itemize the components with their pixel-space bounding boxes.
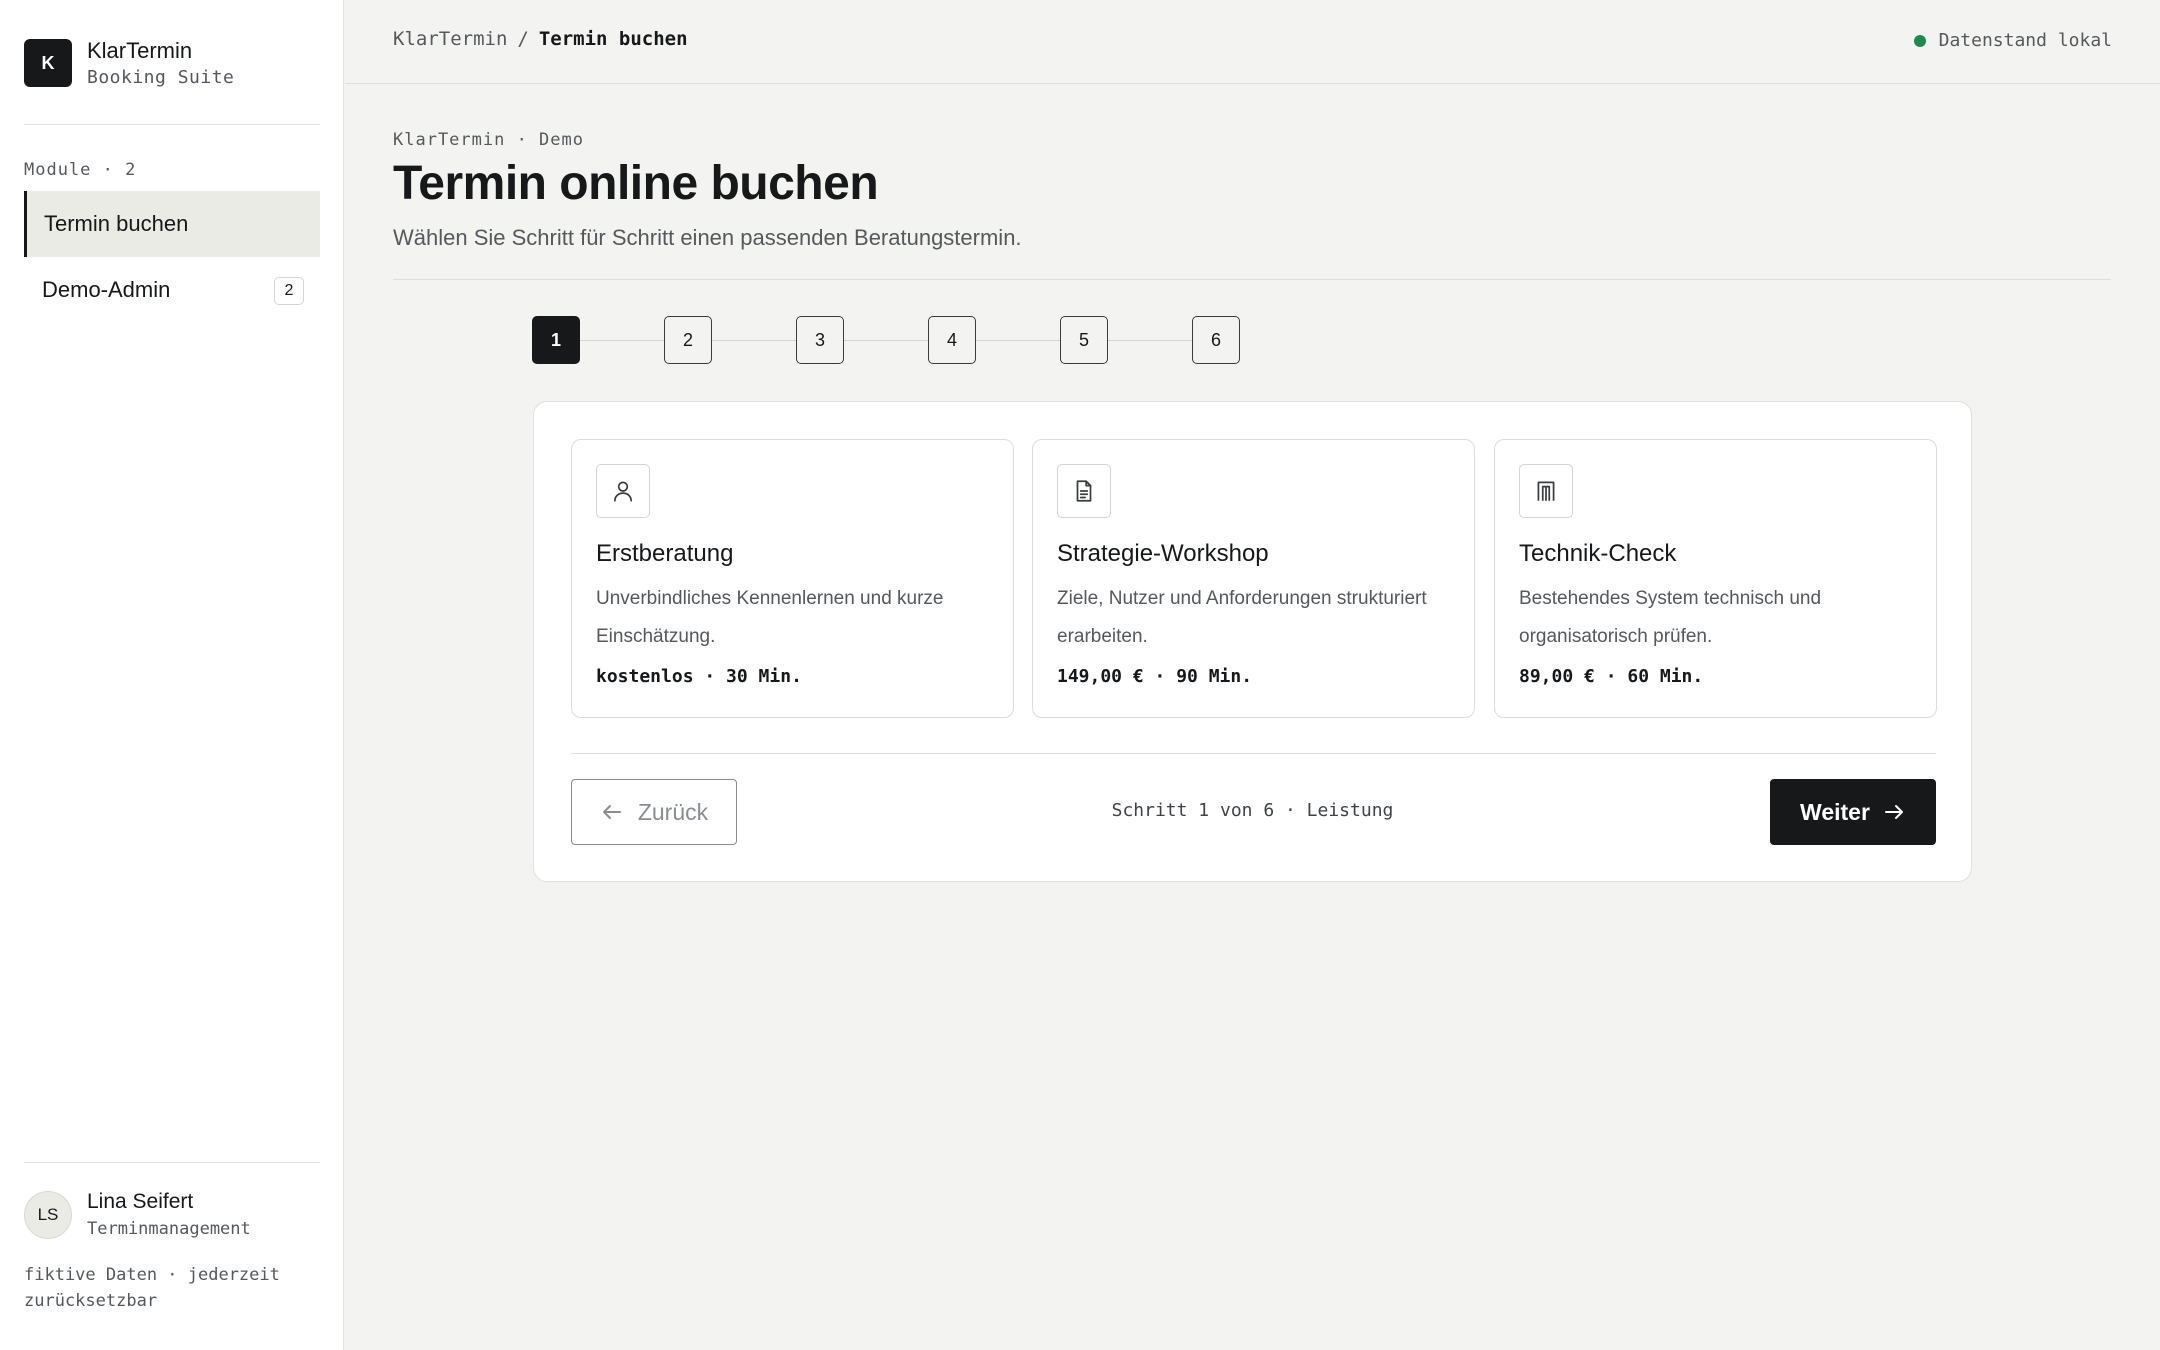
stepper-line	[556, 340, 1216, 341]
breadcrumb-current: Termin buchen	[538, 28, 688, 50]
next-button-label: Weiter	[1800, 798, 1870, 825]
service-description: Bestehendes System technisch und organis…	[1519, 588, 1822, 647]
booking-card: Erstberatung Unverbindliches Kennenlerne…	[533, 401, 1972, 882]
page-eyebrow: KlarTermin · Demo	[393, 130, 584, 150]
step-1[interactable]: 1	[532, 316, 580, 364]
user-profile[interactable]: LS Lina Seifert Terminmanagement	[24, 1190, 251, 1239]
service-card-erstberatung[interactable]: Erstberatung Unverbindliches Kennenlerne…	[571, 439, 1014, 718]
header-divider	[393, 279, 2111, 280]
next-button[interactable]: Weiter	[1770, 779, 1936, 845]
service-description: Unverbindliches Kennenlernen und kurze E…	[596, 588, 944, 647]
service-meta: 89,00 € · 60 Min.	[1519, 666, 1704, 687]
arrow-right-icon	[1884, 805, 1903, 819]
page-subtitle: Wählen Sie Schritt für Schritt einen pas…	[393, 225, 1022, 250]
card-divider	[571, 753, 1936, 754]
brand-name: KlarTermin	[87, 38, 193, 63]
status-dot-icon	[1913, 34, 1926, 47]
step-3[interactable]: 3	[796, 316, 844, 364]
service-meta: kostenlos · 30 Min.	[596, 666, 802, 687]
user-name: Lina Seifert	[87, 1190, 194, 1213]
data-footnote: fiktive Daten · jederzeit zurücksetzbar	[24, 1265, 280, 1311]
module-label: Module · 2	[24, 160, 137, 180]
person-icon	[596, 464, 650, 518]
topbar: KlarTermin / Termin buchen Datenstand loka…	[345, 0, 2160, 84]
building-icon	[1519, 464, 1573, 518]
service-title: Erstberatung	[596, 540, 734, 567]
sidebar-item-demo-admin[interactable]: Demo-Admin 2	[24, 257, 320, 323]
sidebar-divider-bottom	[24, 1162, 320, 1163]
step-4[interactable]: 4	[928, 316, 976, 364]
step-6[interactable]: 6	[1192, 316, 1240, 364]
count-badge: 2	[274, 277, 304, 305]
user-role: Terminmanagement	[87, 1219, 251, 1239]
service-description: Ziele, Nutzer und Anforderungen struktur…	[1057, 588, 1427, 647]
step-info: Schritt 1 von 6 · Leistung	[1111, 800, 1394, 821]
brand[interactable]: K KlarTermin Booking Suite	[24, 38, 234, 88]
status-text: Datenstand lokal	[1938, 30, 2112, 51]
sidebar-item-label: Demo-Admin	[42, 277, 171, 302]
service-card-strategie-workshop[interactable]: Strategie-Workshop Ziele, Nutzer und Anf…	[1032, 439, 1475, 718]
service-meta: 149,00 € · 90 Min.	[1057, 666, 1253, 687]
document-icon	[1057, 464, 1111, 518]
sidebar-divider-top	[24, 124, 320, 125]
step-5[interactable]: 5	[1060, 316, 1108, 364]
sidebar-item-termin-buchen[interactable]: Termin buchen	[24, 191, 320, 257]
avatar: LS	[24, 1190, 72, 1239]
brand-logo: K	[24, 39, 72, 87]
breadcrumb-separator: /	[517, 28, 529, 50]
breadcrumb-root[interactable]: KlarTermin	[393, 28, 507, 50]
step-2[interactable]: 2	[664, 316, 712, 364]
sidebar-item-label: Termin buchen	[44, 211, 189, 236]
service-card-technik-check[interactable]: Technik-Check Bestehendes System technis…	[1494, 439, 1937, 718]
status-indicator: Datenstand lokal	[1913, 30, 2112, 51]
breadcrumb: KlarTermin / Termin buchen	[393, 28, 688, 50]
brand-subtitle: Booking Suite	[87, 67, 235, 88]
sidebar: K KlarTermin Booking Suite Module · 2 Te…	[0, 0, 344, 1350]
service-title: Technik-Check	[1519, 540, 1677, 567]
service-title: Strategie-Workshop	[1057, 540, 1269, 567]
page-title: Termin online buchen	[393, 157, 879, 210]
